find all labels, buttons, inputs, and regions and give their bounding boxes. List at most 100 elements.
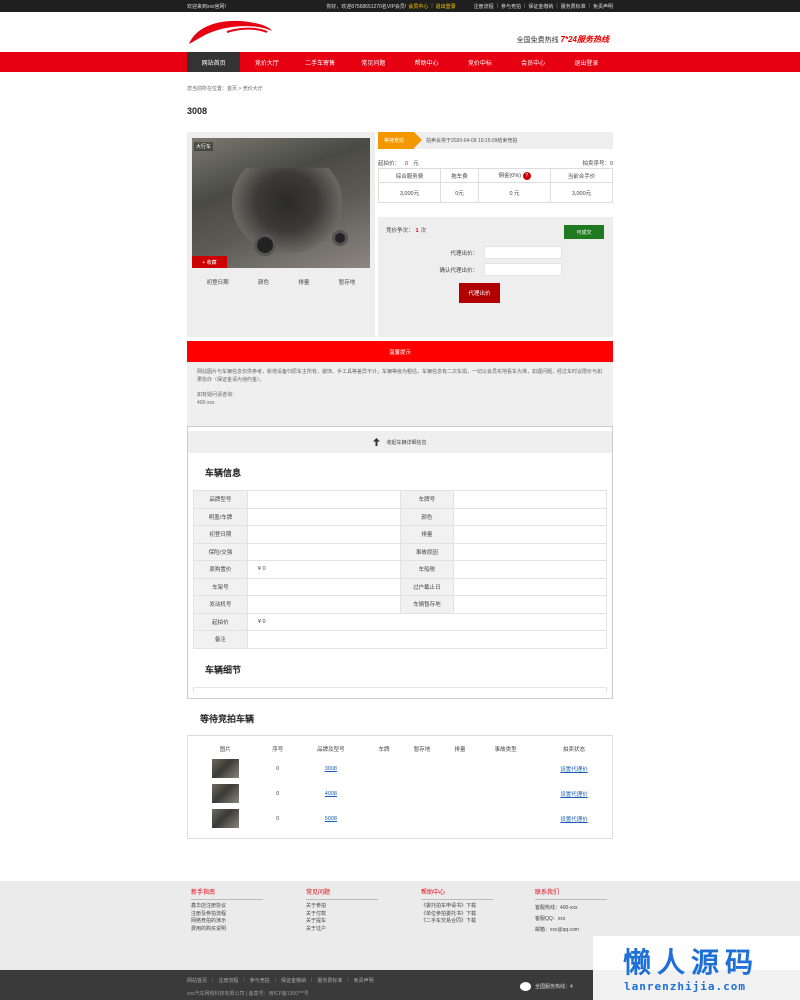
- vehicle-detail-box: [193, 687, 607, 693]
- row-plate: [369, 806, 399, 831]
- nav-item-member[interactable]: 会员中心: [507, 52, 560, 72]
- divider: |: [311, 977, 313, 983]
- car-model-link[interactable]: 5008: [325, 816, 337, 822]
- nav-item-consignment[interactable]: 二手车寄售: [294, 52, 347, 72]
- table-row: 原购置价 ¥ 0 车船税: [193, 560, 607, 579]
- top-link-fee[interactable]: 服务费标准: [561, 3, 586, 10]
- bottom-link[interactable]: 网站首页: [187, 977, 207, 984]
- info-value: [453, 525, 607, 544]
- bottom-link[interactable]: 保证金缴纳: [281, 977, 306, 984]
- fee-header: 佣金(0%) ?: [477, 168, 552, 183]
- info-value: [246, 577, 401, 596]
- divider: |: [243, 977, 245, 983]
- set-proxy-price-link[interactable]: 设置代理价: [560, 817, 588, 823]
- top-link-deposit[interactable]: 保证金缴纳: [528, 3, 553, 10]
- nav-item-faq[interactable]: 常见问题: [347, 52, 400, 72]
- footer-link[interactable]: 鑫华店注册协议: [191, 903, 263, 911]
- footer-column-title: 帮助中心: [421, 887, 493, 900]
- info-value: ¥ 0: [246, 612, 608, 631]
- collapse-toggle[interactable]: 收起车辆详细信息: [188, 431, 612, 453]
- footer-link[interactable]: 网络竞拍的演示: [191, 918, 263, 926]
- row-index: 0: [276, 790, 280, 797]
- info-label: 发动机号: [193, 595, 248, 614]
- bottom-link[interactable]: 参与竞拍: [250, 977, 270, 984]
- car-thumbnail[interactable]: [211, 784, 239, 803]
- nav-item-won[interactable]: 竞价中标: [453, 52, 506, 72]
- info-value: [246, 507, 401, 526]
- info-label: 保险/交强: [193, 542, 248, 561]
- top-bar: 欢迎来到xxx官网！ 你好，欢迎87568651270名VIP会员! 会员中心 …: [0, 0, 800, 12]
- chat-icon[interactable]: [520, 982, 531, 991]
- footer-contact: 客服QQ：xxx: [535, 916, 566, 922]
- deal-button[interactable]: 可成交: [564, 225, 604, 239]
- proxy-bid-input[interactable]: [484, 246, 562, 259]
- footer-link[interactable]: 注册及参拍流程: [191, 911, 263, 919]
- favorite-button[interactable]: + 收藏: [192, 256, 227, 268]
- main-nav: 网站首页 竞价大厅 二手车寄售 常见问题 帮助中心 竞价中标 会员中心 退出登录: [0, 52, 800, 72]
- vehicle-info-section: 收起车辆详细信息 车辆信息 品牌型号 车牌号 明盖/车牌 颜色 初登日期 排量 …: [187, 426, 613, 699]
- footer-link[interactable]: 费用的购买说明: [191, 926, 263, 934]
- vehicle-detail-title: 车辆细节: [205, 665, 242, 675]
- footer-link[interactable]: 关于提车: [306, 918, 378, 926]
- table-header-row: 图片 序号 品牌及型号 车牌 暂存地 排量 事故类型 拍卖状态: [188, 741, 612, 756]
- footer-link[interactable]: 关于付款: [306, 911, 378, 919]
- footer-link[interactable]: 关于过户: [306, 926, 378, 934]
- info-label: 车牌号: [399, 490, 455, 509]
- bottom-link[interactable]: 注册流程: [218, 977, 238, 984]
- car-thumbnail[interactable]: [211, 759, 239, 778]
- top-link-disclaimer[interactable]: 免责声明: [593, 3, 613, 10]
- copyright: xxx汽车网络科技有限公司 | 备案号：用ICP备1300***号: [187, 991, 309, 997]
- row-plate: [369, 781, 399, 806]
- bottom-link[interactable]: 免责声明: [354, 977, 374, 984]
- info-value: [246, 542, 401, 561]
- nav-item-auction-hall[interactable]: 竞价大厅: [240, 52, 293, 72]
- proxy-bid-button[interactable]: 代理出价: [459, 283, 500, 303]
- car-thumbnail[interactable]: [211, 809, 239, 828]
- car-model-link[interactable]: 3008: [325, 766, 337, 772]
- nav-item-home[interactable]: 网站首页: [187, 52, 241, 72]
- confirm-bid-label: 确认代理出价：: [439, 268, 478, 274]
- bottom-links: 网站首页 | 注册流程 | 参与竞拍 | 保证金缴纳 | 服务费标准 | 免责声明: [187, 977, 374, 984]
- fee-header: 当前合手价: [550, 168, 613, 183]
- greeting-text: 你好，欢迎87568651270名VIP会员!: [326, 3, 407, 10]
- logo-icon[interactable]: [187, 18, 273, 46]
- spec-location: 暂存地: [338, 280, 356, 286]
- column-header: 暂存地: [413, 746, 431, 753]
- footer-link[interactable]: 《单位参拍委托书》下载: [421, 911, 493, 919]
- car-photo[interactable]: 大行车: [192, 138, 370, 268]
- footer-link[interactable]: 关于参拍: [306, 903, 378, 911]
- nav-item-logout[interactable]: 退出登录: [560, 52, 613, 72]
- info-value: [453, 507, 607, 526]
- footer-contact: 客服热线：400-xxx: [535, 905, 578, 911]
- fee-value: 3,000元: [550, 182, 613, 203]
- spec-color: 颜色: [258, 280, 270, 286]
- member-center-link[interactable]: 会员中心: [408, 3, 428, 10]
- nav-item-help[interactable]: 帮助中心: [400, 52, 453, 72]
- table-row: 品牌型号 车牌号: [193, 490, 607, 509]
- table-row: 0 3008 设置代理价: [188, 756, 612, 781]
- top-link-register[interactable]: 注册流程: [474, 3, 494, 10]
- car-model-link[interactable]: 4008: [325, 791, 337, 797]
- info-value: [246, 490, 401, 509]
- info-label: 颜色: [399, 507, 455, 526]
- footer-link[interactable]: 《委托拍车申请书》下载: [421, 903, 493, 911]
- divider: |: [556, 3, 558, 9]
- bid-box: 竞价争次： 1 次 可成交 代理出价： 确认代理出价： 代理出价: [378, 217, 613, 337]
- bottom-link[interactable]: 服务费标准: [317, 977, 342, 984]
- footer-link[interactable]: 《二手车交易合同》下载: [421, 918, 493, 926]
- top-link-bid[interactable]: 参与竞拍: [501, 3, 521, 10]
- logout-link[interactable]: 退出登录: [436, 3, 456, 10]
- info-label: 车架号: [193, 577, 248, 596]
- help-icon[interactable]: ?: [522, 172, 531, 180]
- info-value: [453, 577, 607, 596]
- status-bar: 等待竞拍 拍卖会将于2020-04-09 19:15:09结束竞拍: [378, 132, 613, 149]
- confirm-bid-input[interactable]: [484, 263, 562, 276]
- breadcrumb: 您当前所在位置：首页 > 竞价大厅: [187, 86, 263, 92]
- set-proxy-price-link[interactable]: 设置代理价: [560, 767, 588, 773]
- waiting-table: 图片 序号 品牌及型号 车牌 暂存地 排量 事故类型 拍卖状态 0 3008 设…: [188, 741, 612, 831]
- car-gallery-panel: 大行车 + 收藏 初登日期 颜色 排量 暂存地: [187, 132, 375, 337]
- row-location: [399, 781, 445, 806]
- fee-value: 3,000元: [378, 182, 441, 203]
- set-proxy-price-link[interactable]: 设置代理价: [560, 792, 588, 798]
- hotline: 全国免费热线 7*24服务热线: [517, 34, 609, 45]
